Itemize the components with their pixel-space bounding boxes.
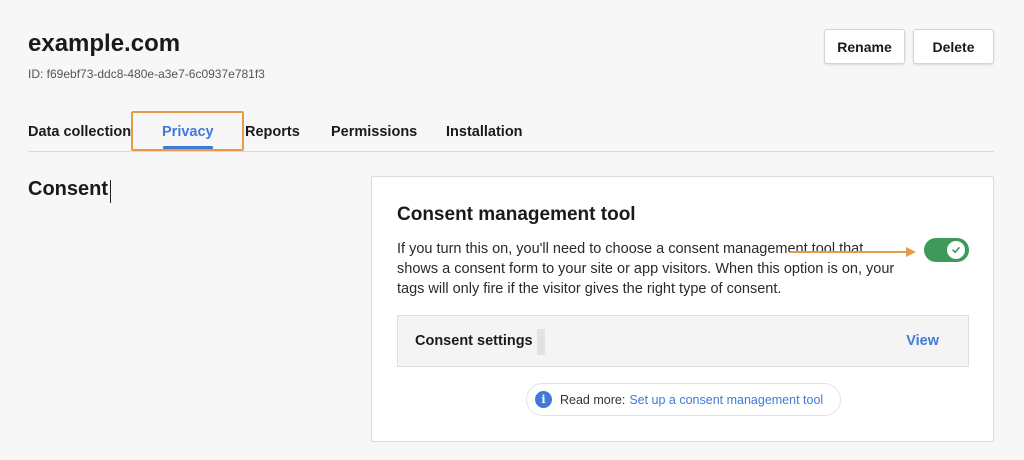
toggle-knob [947,241,965,259]
card-title: Consent management tool [397,204,636,225]
read-more-link[interactable]: Set up a consent management tool [629,393,823,407]
annotation-arrow [790,247,916,257]
consent-toggle[interactable] [924,238,969,262]
tab-data-collection[interactable]: Data collection [28,124,131,140]
consent-settings-row: Consent settings View [397,315,969,367]
page-title: example.com [28,30,181,57]
section-title: Consent [28,178,108,200]
settings-marker [537,329,545,355]
tabs-divider [28,151,994,152]
tab-reports[interactable]: Reports [245,124,300,140]
text-cursor [110,180,111,203]
consent-card: Consent management tool If you turn this… [371,176,994,442]
info-icon: i [535,391,552,408]
annotation-highlight [131,111,244,151]
delete-button[interactable]: Delete [913,29,994,64]
rename-button[interactable]: Rename [824,29,905,64]
site-id: ID: f69ebf73-ddc8-480e-a3e7-6c0937e781f3 [28,67,265,81]
view-settings-link[interactable]: View [906,333,939,349]
tab-permissions[interactable]: Permissions [331,124,417,140]
check-icon [952,246,960,254]
consent-settings-label: Consent settings [415,333,533,349]
tab-installation[interactable]: Installation [446,124,523,140]
read-more-chip: i Read more: Set up a consent management… [526,383,841,416]
read-more-prefix: Read more: [560,392,626,407]
